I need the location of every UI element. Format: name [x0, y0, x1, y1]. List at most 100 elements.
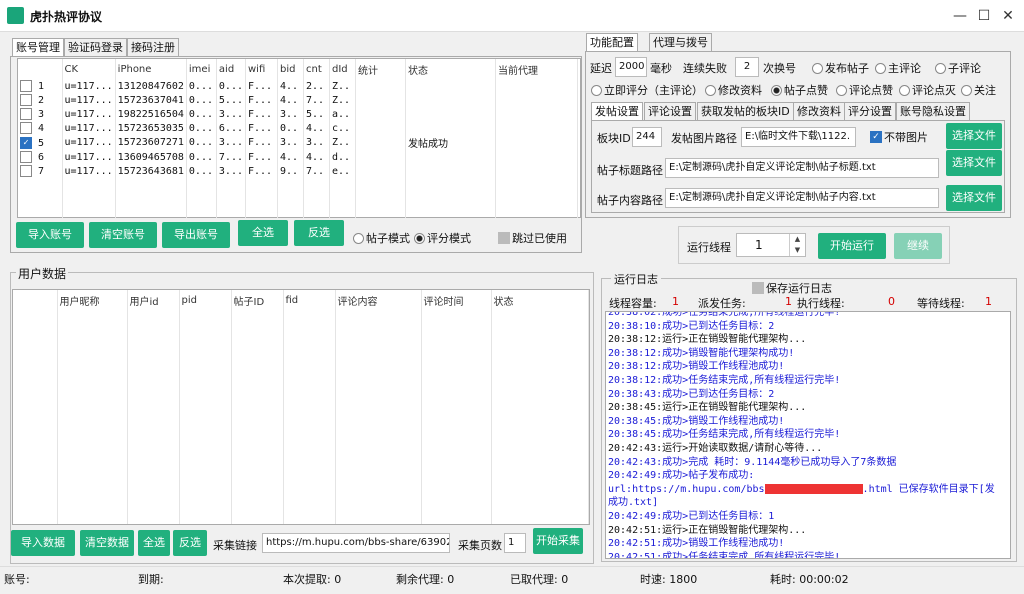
cell-cnt: 4.. — [303, 121, 330, 135]
option-radio[interactable]: 立即评分（主评论） — [591, 82, 703, 98]
cell-cnt: 4.. — [303, 150, 330, 164]
threads-spinner[interactable]: ▲ ▼ — [789, 234, 805, 256]
clear-data-button[interactable]: 清空数据 — [80, 530, 134, 556]
fail-input[interactable]: 2 — [735, 57, 759, 77]
user-data-table: 用户昵称 用户id pid 帖子ID fid 评论内容 评论时间 状态 — [13, 290, 589, 524]
option-radio[interactable]: 发布帖子 — [812, 60, 869, 76]
checkbox-icon[interactable] — [20, 165, 32, 177]
cell-wifi: F... — [245, 121, 278, 135]
close-icon[interactable]: ✕ — [998, 6, 1018, 26]
resume-button[interactable]: 继续 — [894, 233, 942, 259]
log-line: 20:42:51:成功>销毁工作线程池成功! — [608, 537, 1010, 551]
subtab-5[interactable]: 账号隐私设置 — [896, 102, 970, 120]
checkbox-icon[interactable] — [20, 151, 32, 163]
log-text: 20:38:45:成功>销毁工作线程池成功! — [608, 415, 785, 427]
radio-icon — [812, 62, 823, 74]
start-run-button[interactable]: 开始运行 — [818, 233, 886, 259]
tab-sms-register[interactable]: 接码注册 — [127, 38, 179, 56]
import-account-button[interactable]: 导入账号 — [16, 222, 84, 248]
checkbox-icon[interactable] — [20, 94, 32, 106]
col-proxy: 当前代理 — [495, 59, 578, 79]
checkbox-checked-icon[interactable]: ✓ — [20, 136, 32, 149]
choose-content-file-button[interactable]: 选择文件 — [946, 185, 1002, 211]
cell-status — [405, 121, 496, 135]
start-collect-button[interactable]: 开始采集 — [533, 528, 583, 554]
cell-aid: 5... — [216, 93, 247, 107]
maximize-icon[interactable]: ☐ — [974, 6, 994, 26]
export-account-button[interactable]: 导出账号 — [162, 222, 230, 248]
option-radio[interactable]: 帖子点赞 — [771, 82, 828, 98]
fail-label: 连续失败 — [683, 62, 727, 75]
log-text: 20:42:43:成功>完成 耗时：9.1144毫秒已成功导入了7条数据 — [608, 456, 897, 468]
checkbox-icon[interactable] — [20, 108, 32, 120]
choose-image-file-button[interactable]: 选择文件 — [946, 123, 1002, 149]
cell-status — [405, 150, 496, 164]
delay-input[interactable]: 2000 — [615, 57, 647, 77]
choose-title-file-button[interactable]: 选择文件 — [946, 150, 1002, 176]
col-user-id: 用户id — [127, 290, 180, 310]
collect-pages-input[interactable]: 1 — [504, 533, 526, 553]
option-radio[interactable]: 评论点灭 — [899, 82, 956, 98]
subtab-1[interactable]: 评论设置 — [644, 102, 696, 120]
log-text: 20:38:45:成功>任务结束完成,所有线程运行完毕! — [608, 429, 841, 441]
checkbox-icon[interactable] — [20, 80, 32, 92]
data-select-all-button[interactable]: 全选 — [138, 530, 170, 556]
table-row[interactable]: 6 u=117... 13609465708 0... 7... F... 4.. 4.. d.… — [18, 150, 578, 164]
comment-mode-radio[interactable]: 评分模式 — [414, 230, 471, 246]
table-row[interactable]: ✓ 5 u=117... 15723607271 0... 3... F... 3.. 3..… — [18, 135, 578, 150]
image-path-input[interactable]: E:\临时文件下载\1122. — [741, 127, 856, 147]
subtab-0[interactable]: 发帖设置 — [591, 102, 643, 120]
tab-function-config[interactable]: 功能配置 — [586, 33, 638, 51]
invert-select-button[interactable]: 反选 — [294, 220, 344, 246]
option-label: 子评论 — [948, 62, 981, 75]
option-radio[interactable]: 评论点赞 — [836, 82, 893, 98]
block-id-input[interactable]: 244 — [632, 127, 662, 147]
col-did: dId — [329, 59, 356, 79]
subtab-2[interactable]: 获取发帖的板块ID — [697, 102, 794, 120]
col-iphone: iPhone — [115, 59, 187, 79]
radio-icon — [935, 62, 946, 74]
table-row[interactable]: 7 u=117... 15723643681 0... 3... F... 9.. 7.. e.… — [18, 164, 578, 178]
subtab-4[interactable]: 评分设置 — [844, 102, 896, 120]
table-row[interactable]: 1 u=117... 13120847602 0... 0... F... 4.. 2.. Z.… — [18, 79, 578, 93]
col-post-id: 帖子ID — [231, 290, 284, 310]
table-row[interactable]: 3 u=117... 19822516504 0... 3... F... 3.. 5.. a.… — [18, 107, 578, 121]
subtab-3[interactable]: 修改资料 — [793, 102, 845, 120]
data-invert-button[interactable]: 反选 — [173, 530, 207, 556]
post-mode-radio[interactable]: 帖子模式 — [353, 230, 410, 246]
cell-wifi: F... — [245, 135, 278, 150]
log-line: 20:42:51:运行>正在销毁智能代理架构... — [608, 524, 1010, 538]
minimize-icon[interactable]: — — [950, 6, 970, 26]
title-path-label: 帖子标题路径 — [597, 164, 663, 177]
option-radio[interactable]: 关注 — [961, 82, 996, 98]
option-radio[interactable]: 修改资料 — [705, 82, 762, 98]
save-log-checkbox[interactable]: 保存运行日志 — [752, 280, 832, 296]
cell-wifi: F... — [245, 150, 278, 164]
col-wifi: wifi — [245, 59, 278, 79]
block-id-label: 板块ID — [597, 132, 631, 145]
table-row[interactable]: 4 u=117... 15723653035 0... 6... F... 0.. 4.. c.… — [18, 121, 578, 135]
title-path-input[interactable]: E:\定制源码\虎扑自定义评论定制\帖子标题.txt — [665, 158, 939, 178]
stat-value: 0 — [888, 295, 895, 308]
log-text: 20:38:43:成功>已到达任务目标：2 — [608, 388, 775, 400]
tab-sms-login[interactable]: 验证码登录 — [64, 38, 127, 56]
option-radio[interactable]: 主评论 — [875, 60, 921, 76]
import-data-button[interactable]: 导入数据 — [11, 530, 75, 556]
tab-account-manage[interactable]: 账号管理 — [12, 38, 64, 56]
no-image-checkbox[interactable]: ✓ 不带图片 — [870, 129, 928, 145]
option-label: 发布帖子 — [825, 62, 869, 75]
skip-used-checkbox[interactable]: 跳过已使用 — [498, 230, 567, 246]
content-path-input[interactable]: E:\定制源码\虎扑自定义评论定制\帖子内容.txt — [665, 188, 939, 208]
cell-phone: 15723607271 — [115, 135, 187, 150]
tab-proxy-dial[interactable]: 代理与拨号 — [649, 33, 712, 51]
clear-account-button[interactable]: 清空账号 — [89, 222, 157, 248]
checkbox-icon[interactable] — [20, 122, 32, 134]
log-area[interactable]: 20:38:02:成功>任务结束完成,所有线程运行完毕! 20:38:10:成功>… — [605, 311, 1011, 559]
collect-link-input[interactable]: https://m.hupu.com/bbs-share/639023 — [262, 533, 450, 553]
threads-label: 运行线程 — [687, 241, 731, 254]
delay-label: 延迟 — [590, 62, 612, 75]
radio-icon — [836, 84, 847, 96]
option-radio[interactable]: 子评论 — [935, 60, 981, 76]
table-row[interactable]: 2 u=117... 15723637041 0... 5... F... 4.. 7.. Z.… — [18, 93, 578, 107]
select-all-button[interactable]: 全选 — [238, 220, 288, 246]
